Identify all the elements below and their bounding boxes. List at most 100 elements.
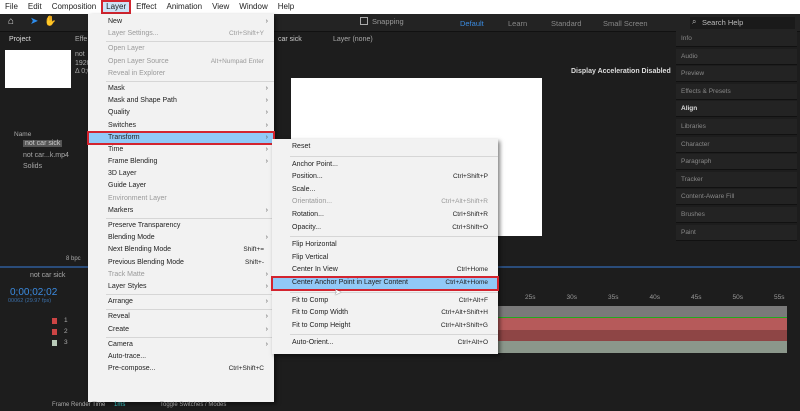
timeline-comp-tab[interactable]: not car sick	[30, 272, 65, 279]
menu-item-reset[interactable]: Reset	[272, 141, 498, 154]
menu-item-flip-horizontal[interactable]: Flip Horizontal	[272, 239, 498, 252]
menu-item-new[interactable]: New›	[88, 16, 274, 28]
menu-item-switches[interactable]: Switches›	[88, 120, 274, 132]
bpc-label[interactable]: 8 bpc	[66, 256, 81, 262]
layer-color-label[interactable]	[52, 340, 57, 346]
layer-color-label[interactable]	[52, 318, 57, 324]
selection-tool-icon[interactable]: ➤	[30, 16, 38, 27]
workspace-default[interactable]: Default	[460, 19, 484, 28]
panel-audio[interactable]: Audio	[676, 49, 797, 65]
menu-item-reveal[interactable]: Reveal›	[88, 311, 274, 323]
chevron-right-icon: ›	[266, 296, 268, 308]
toggle-switches-modes[interactable]: Toggle Switches / Modes	[160, 402, 226, 408]
comp-tab[interactable]: car sick	[278, 36, 302, 43]
menu-item-preserve-transparency[interactable]: Preserve Transparency	[88, 220, 274, 232]
menu-item-orientation[interactable]: Orientation...Ctrl+Alt+Shift+R	[272, 196, 498, 209]
project-item[interactable]: not car sick	[23, 140, 62, 147]
project-item[interactable]: not car...k.mp4	[23, 152, 69, 159]
menu-item-position[interactable]: Position...Ctrl+Shift+P	[272, 171, 498, 184]
menu-item-mask[interactable]: Mask›	[88, 83, 274, 95]
search-help-input[interactable]: Search Help	[690, 17, 795, 29]
timecode[interactable]: 0;00;02;02	[10, 287, 57, 298]
menu-animation[interactable]: Animation	[161, 0, 207, 14]
menu-item-pre-compose[interactable]: Pre-compose...Ctrl+Shift+C	[88, 363, 274, 375]
hand-tool-icon[interactable]: ✋	[44, 16, 56, 27]
menu-bar: File Edit Composition Layer Effect Anima…	[0, 0, 800, 14]
menu-item-center-in-view[interactable]: Center In ViewCtrl+Home	[272, 264, 498, 277]
panel-paragraph[interactable]: Paragraph	[676, 154, 797, 170]
menu-help[interactable]: Help	[273, 0, 299, 14]
menu-item-quality[interactable]: Quality›	[88, 107, 274, 119]
menu-item-create[interactable]: Create›	[88, 324, 274, 336]
menu-item-layer-settings[interactable]: Layer Settings...Ctrl+Shift+Y	[88, 28, 274, 40]
menu-item-auto-orient[interactable]: Auto-Orient...Ctrl+Alt+O	[272, 337, 498, 350]
workspace-standard[interactable]: Standard	[551, 19, 581, 28]
layer-tab[interactable]: Layer (none)	[333, 36, 373, 43]
menu-item-auto-trace[interactable]: Auto-trace...	[88, 351, 274, 363]
menu-effect[interactable]: Effect	[131, 0, 161, 14]
menu-item-label: Transform	[108, 134, 140, 141]
menu-item-transform[interactable]: Transform ›	[88, 132, 274, 144]
menu-view[interactable]: View	[207, 0, 234, 14]
workspace-learn[interactable]: Learn	[508, 19, 527, 28]
panel-align[interactable]: Align	[676, 101, 797, 117]
menu-item-open-layer-source[interactable]: Open Layer SourceAlt+Numpad Enter	[88, 56, 274, 68]
panel-preview[interactable]: Preview	[676, 66, 797, 82]
menu-item-label: Flip Vertical	[292, 254, 328, 261]
menu-item-label: Layer Settings...	[108, 30, 159, 37]
menu-item-label: Orientation...	[292, 198, 332, 205]
menu-item-arrange[interactable]: Arrange›	[88, 296, 274, 308]
menu-item-center-anchor-point-in-layer-content[interactable]: Center Anchor Point in Layer ContentCtrl…	[272, 277, 498, 290]
menu-item-frame-blending[interactable]: Frame Blending›	[88, 156, 274, 168]
menu-item-next-blending-mode[interactable]: Next Blending ModeShift+=	[88, 244, 274, 256]
menu-item-markers[interactable]: Markers›	[88, 205, 274, 217]
project-tab[interactable]: Project	[9, 36, 31, 43]
chevron-right-icon: ›	[266, 132, 268, 144]
menu-item-time[interactable]: Time›	[88, 144, 274, 156]
menu-item-scale[interactable]: Scale...	[272, 184, 498, 197]
menu-edit[interactable]: Edit	[23, 0, 47, 14]
menu-item-track-matte[interactable]: Track Matte›	[88, 269, 274, 281]
panel-libraries[interactable]: Libraries	[676, 119, 797, 135]
menu-item-rotation[interactable]: Rotation...Ctrl+Shift+R	[272, 209, 498, 222]
effects-tab[interactable]: Effe	[75, 36, 87, 43]
menu-file[interactable]: File	[0, 0, 23, 14]
menu-item-open-layer[interactable]: Open Layer	[88, 43, 274, 55]
panel-effects-presets[interactable]: Effects & Presets	[676, 84, 797, 100]
project-item[interactable]: Solids	[23, 163, 42, 170]
layer-color-label[interactable]	[52, 329, 57, 335]
menu-item-previous-blending-mode[interactable]: Previous Blending ModeShift+-	[88, 257, 274, 269]
panel-brushes[interactable]: Brushes	[676, 207, 797, 223]
home-icon[interactable]: ⌂	[8, 16, 14, 27]
menu-item-camera[interactable]: Camera›	[88, 339, 274, 351]
menu-composition[interactable]: Composition	[47, 0, 101, 14]
layer-number: 3	[64, 339, 68, 346]
layer-bar-2[interactable]	[497, 318, 787, 330]
menu-item-opacity[interactable]: Opacity...Ctrl+Shift+O	[272, 222, 498, 235]
menu-item-anchor-point[interactable]: Anchor Point...	[272, 159, 498, 172]
menu-item-fit-to-comp[interactable]: Fit to CompCtrl+Alt+F	[272, 295, 498, 308]
menu-item-3d-layer[interactable]: 3D Layer	[88, 168, 274, 180]
menu-item-guide-layer[interactable]: Guide Layer	[88, 180, 274, 192]
menu-item-environment-layer[interactable]: Environment Layer	[88, 193, 274, 205]
panel-tracker[interactable]: Tracker	[676, 172, 797, 188]
snapping-checkbox[interactable]	[360, 17, 368, 25]
layer-bar-1[interactable]	[497, 306, 787, 318]
panel-paint[interactable]: Paint	[676, 225, 797, 241]
workspace-small-screen[interactable]: Small Screen	[603, 19, 648, 28]
menu-item-layer-styles[interactable]: Layer Styles›	[88, 281, 274, 293]
layer-bar-4[interactable]	[497, 341, 787, 353]
panel-info[interactable]: Info	[676, 31, 797, 47]
menu-item-flip-vertical[interactable]: Flip Vertical	[272, 252, 498, 265]
menu-item-fit-to-comp-height[interactable]: Fit to Comp HeightCtrl+Alt+Shift+G	[272, 320, 498, 333]
menu-item-fit-to-comp-width[interactable]: Fit to Comp WidthCtrl+Alt+Shift+H	[272, 307, 498, 320]
menu-item-mask-and-shape-path[interactable]: Mask and Shape Path›	[88, 95, 274, 107]
name-column-header[interactable]: Name	[14, 131, 31, 138]
panel-character[interactable]: Character	[676, 137, 797, 153]
menu-layer[interactable]: Layer	[101, 0, 131, 14]
panel-content-aware-fill[interactable]: Content-Aware Fill	[676, 189, 797, 205]
menu-item-blending-mode[interactable]: Blending Mode›	[88, 232, 274, 244]
menu-window[interactable]: Window	[234, 0, 272, 14]
menu-item-reveal-in-explorer[interactable]: Reveal in Explorer	[88, 68, 274, 80]
menu-separator	[106, 41, 274, 42]
